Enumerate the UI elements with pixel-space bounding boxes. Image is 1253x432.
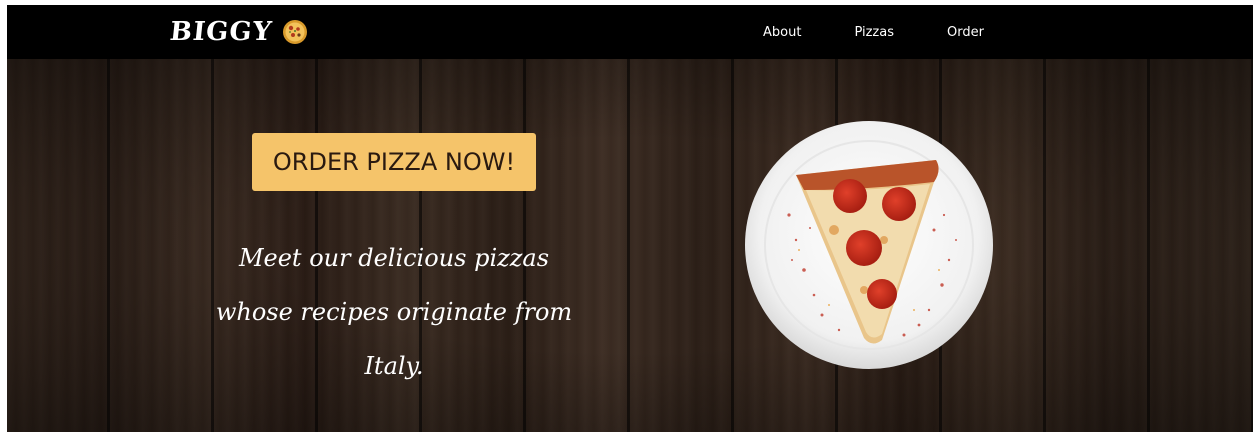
page: BIGGY About Pizzas Order ORDER PIZZA NOW… bbox=[7, 5, 1253, 432]
nav-link-order[interactable]: Order bbox=[947, 25, 984, 40]
pizza-icon bbox=[283, 20, 308, 44]
tagline-line-2: whose recipes originate from Italy. bbox=[215, 298, 573, 380]
brand-logo[interactable]: BIGGY bbox=[168, 15, 308, 49]
hero-section: ORDER PIZZA NOW! Meet our delicious pizz… bbox=[7, 59, 1253, 432]
nav-link-pizzas[interactable]: Pizzas bbox=[854, 25, 894, 40]
logo-text: BIGGY bbox=[168, 17, 274, 47]
navbar: BIGGY About Pizzas Order bbox=[7, 5, 1253, 59]
order-pizza-button[interactable]: ORDER PIZZA NOW! bbox=[252, 133, 536, 191]
main-nav: About Pizzas Order bbox=[763, 5, 1037, 59]
nav-link-about[interactable]: About bbox=[763, 25, 801, 40]
tagline-line-1: Meet our delicious pizzas bbox=[238, 244, 550, 272]
hero-tagline: Meet our delicious pizzas whose recipes … bbox=[203, 231, 585, 393]
pizza-plate-image bbox=[745, 121, 993, 369]
